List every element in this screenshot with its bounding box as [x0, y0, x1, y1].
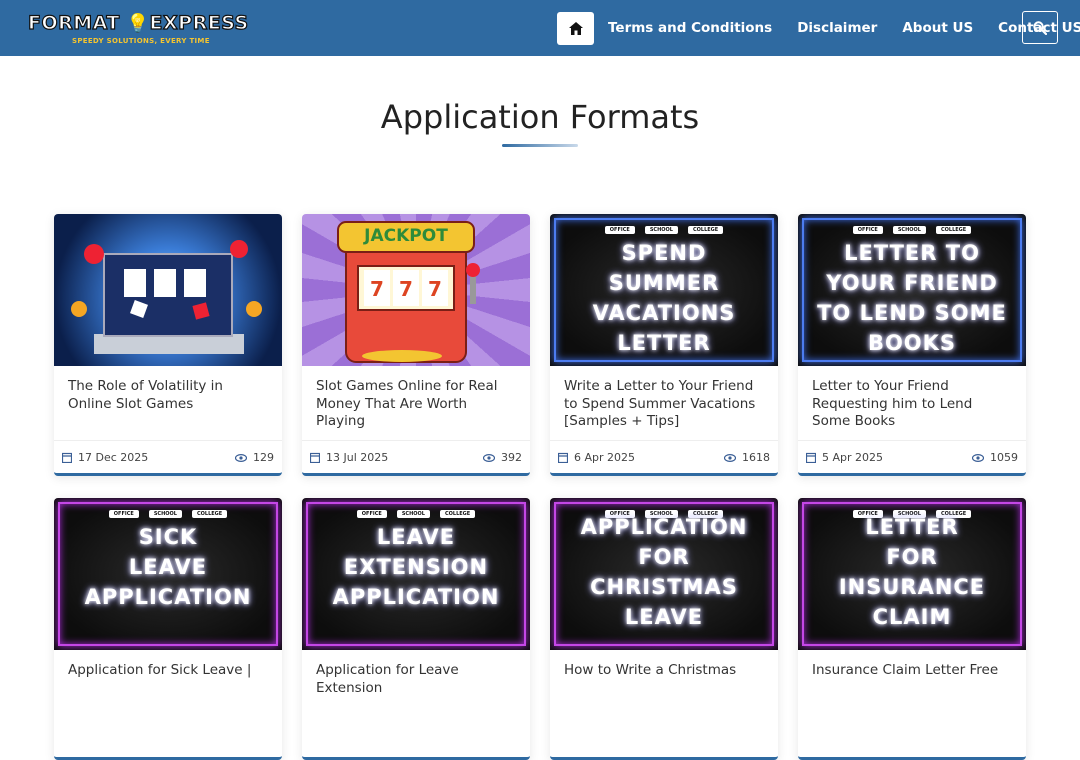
view-count: 1618 — [742, 451, 770, 464]
thumb-tags: OFFICE SCHOOL COLLEGE — [302, 510, 530, 518]
article-card[interactable]: OFFICE SCHOOL COLLEGE APPLICATION FOR CHRIST… — [550, 498, 778, 760]
article-card[interactable]: OFFICE SCHOOL COLLEGE SICK LEAVE APPLICATION… — [54, 498, 282, 760]
nav-disclaimer[interactable]: Disclaimer — [797, 20, 877, 36]
article-card[interactable]: OFFICE SCHOOL COLLEGE LEAVE EXTENSION APPLIC… — [302, 498, 530, 760]
article-card[interactable]: OFFICE SCHOOL COLLEGE LETTER FOR INSURANCE CL… — [798, 498, 1026, 760]
thumb-tags: OFFICE SCHOOL COLLEGE — [798, 226, 1026, 234]
main-nav: Terms and Conditions Disclaimer About US… — [557, 11, 1080, 45]
article-title[interactable]: How to Write a Christmas — [564, 662, 766, 680]
article-thumbnail[interactable]: OFFICE SCHOOL COLLEGE LETTER FOR INSURANCE CL… — [798, 498, 1026, 650]
article-card[interactable]: OFFICE SCHOOL COLLEGE SPEND SUMMER VACATIONS… — [550, 214, 778, 476]
svg-text:7: 7 — [370, 277, 384, 301]
article-meta: 13 Jul 2025 392 — [302, 440, 530, 473]
calendar-icon — [558, 452, 568, 463]
article-title[interactable]: Insurance Claim Letter Free — [812, 662, 1014, 680]
nav-about[interactable]: About US — [902, 20, 973, 36]
search-button[interactable] — [1022, 11, 1058, 44]
article-date: 13 Jul 2025 — [326, 451, 389, 464]
lightbulb-icon: 💡 — [119, 13, 150, 34]
thumb-caption: SICK LEAVE APPLICATION — [84, 525, 252, 609]
calendar-icon — [62, 452, 72, 463]
article-meta: 6 Apr 2025 1618 — [550, 440, 778, 473]
article-thumbnail[interactable]: 7 7 7 JACKPOT — [302, 214, 530, 366]
svg-text:7: 7 — [428, 277, 442, 301]
article-date: 17 Dec 2025 — [78, 451, 149, 464]
article-thumbnail[interactable]: OFFICE SCHOOL COLLEGE SPEND SUMMER VACATIONS… — [550, 214, 778, 366]
calendar-icon — [310, 452, 320, 463]
svg-text:7: 7 — [399, 277, 413, 301]
section-title: Application Formats — [380, 98, 700, 136]
article-title[interactable]: Letter to Your Friend Requesting him to … — [812, 378, 1014, 431]
thumb-caption: APPLICATION FOR CHRISTMAS LEAVE — [580, 515, 748, 629]
article-title[interactable]: The Role of Volatility in Online Slot Ga… — [68, 378, 270, 413]
site-header: FORMAT 💡EXPRESS SPEEDY SOLUTIONS, EVERY … — [0, 0, 1080, 56]
article-title[interactable]: Application for Leave Extension — [316, 662, 518, 697]
nav-terms[interactable]: Terms and Conditions — [608, 20, 772, 36]
eye-icon — [724, 453, 736, 462]
logo-tagline: SPEEDY SOLUTIONS, EVERY TIME — [72, 37, 210, 45]
title-underline — [502, 144, 578, 147]
calendar-icon — [806, 452, 816, 463]
article-date: 5 Apr 2025 — [822, 451, 884, 464]
thumb-tags: OFFICE SCHOOL COLLEGE — [550, 226, 778, 234]
eye-icon — [972, 453, 984, 462]
eye-icon — [235, 453, 247, 462]
article-title[interactable]: Write a Letter to Your Friend to Spend S… — [564, 378, 766, 431]
view-count: 1059 — [990, 451, 1018, 464]
search-icon — [1033, 20, 1047, 35]
thumb-caption: LETTER TO YOUR FRIEND TO LEND SOME BOOKS — [817, 241, 1007, 355]
home-icon — [568, 21, 583, 35]
thumb-caption: LEAVE EXTENSION APPLICATION — [332, 525, 500, 609]
article-meta: 17 Dec 2025 129 — [54, 440, 282, 473]
article-card[interactable]: The Role of Volatility in Online Slot Ga… — [54, 214, 282, 476]
article-thumbnail[interactable]: OFFICE SCHOOL COLLEGE SICK LEAVE APPLICATION — [54, 498, 282, 650]
article-card[interactable]: 7 7 7 JACKPOT Slot Games Online for Real… — [302, 214, 530, 476]
eye-icon — [483, 453, 495, 462]
thumb-caption: SPEND SUMMER VACATIONS LETTER — [592, 241, 736, 355]
article-thumbnail[interactable]: OFFICE SCHOOL COLLEGE APPLICATION FOR CHRIST… — [550, 498, 778, 650]
article-thumbnail[interactable]: OFFICE SCHOOL COLLEGE LETTER TO YOUR FRIEND… — [798, 214, 1026, 366]
thumb-caption: LETTER FOR INSURANCE CLAIM — [838, 515, 986, 629]
article-thumbnail[interactable] — [54, 214, 282, 366]
view-count: 392 — [501, 451, 522, 464]
article-date: 6 Apr 2025 — [574, 451, 636, 464]
article-title[interactable]: Slot Games Online for Real Money That Ar… — [316, 378, 518, 431]
article-thumbnail[interactable]: OFFICE SCHOOL COLLEGE LEAVE EXTENSION APPLIC… — [302, 498, 530, 650]
jackpot-label: JACKPOT — [364, 226, 448, 246]
article-title[interactable]: Application for Sick Leave | — [68, 662, 270, 680]
home-button[interactable] — [557, 11, 594, 45]
article-meta: 5 Apr 2025 1059 — [798, 440, 1026, 473]
thumb-tags: OFFICE SCHOOL COLLEGE — [54, 510, 282, 518]
logo-wordmark: FORMAT 💡EXPRESS — [27, 11, 249, 34]
view-count: 129 — [253, 451, 274, 464]
article-card[interactable]: OFFICE SCHOOL COLLEGE LETTER TO YOUR FRIEND… — [798, 214, 1026, 476]
site-logo[interactable]: FORMAT 💡EXPRESS SPEEDY SOLUTIONS, EVERY … — [27, 11, 248, 50]
